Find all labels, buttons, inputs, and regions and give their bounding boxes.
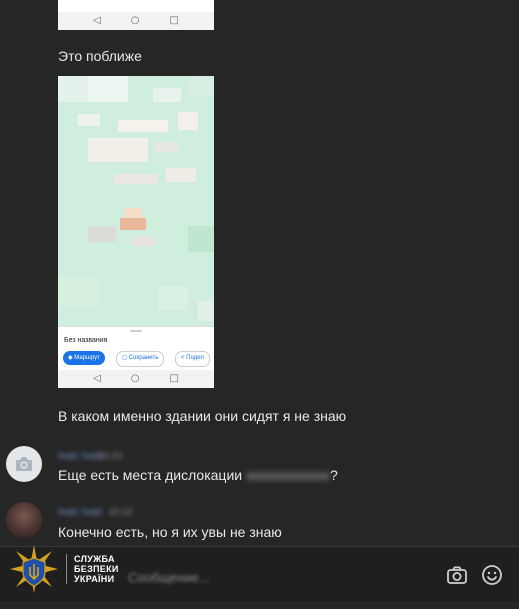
map-block: [132, 236, 156, 246]
map-block: [88, 76, 128, 102]
message-text-part: ?: [329, 467, 338, 483]
sbu-line-2: БЕЗПЕКИ: [74, 564, 119, 574]
sbu-line-3: УКРАЇНИ: [74, 574, 115, 584]
nav-recent-icon: □: [169, 373, 179, 384]
map-block: [166, 168, 196, 182]
sender-name[interactable]: Ivan Ivan: [58, 450, 103, 462]
smiley-icon[interactable]: [481, 564, 503, 586]
redacted-text: xxxxxxxxxxxx: [245, 467, 330, 483]
chat-history[interactable]: ◁ ○ □ Это поближе Без названия ◆ Маршрут…: [0, 0, 519, 546]
save-label: Сохранить: [128, 355, 159, 361]
phone-navbar: ◁ ○ □: [58, 370, 214, 388]
camera-icon[interactable]: [446, 564, 468, 586]
nav-home-icon: ○: [130, 373, 140, 384]
message-time: 10:22: [108, 507, 134, 518]
route-label: Маршрут: [74, 355, 100, 361]
place-bottom-sheet: Без названия ◆ Маршрут ◻ Сохранить < Под…: [58, 326, 214, 371]
map-block: [58, 276, 98, 306]
phone-navbar: ◁ ○ □: [58, 12, 214, 30]
avatar[interactable]: [6, 502, 42, 538]
nav-back-icon: ◁: [93, 15, 101, 26]
nav-home-icon: ○: [130, 15, 140, 26]
map-pixelated-area: [58, 76, 214, 326]
map-block: [118, 120, 168, 132]
sbu-emblem-icon: [10, 545, 58, 593]
sbu-logo: СЛУЖБА БЕЗПЕКИ УКРАЇНИ: [8, 543, 119, 595]
previous-screenshot-image[interactable]: ◁ ○ □: [58, 0, 214, 30]
message-input[interactable]: Сообщение...: [128, 547, 428, 601]
sender-name[interactable]: Ivan Ivan: [58, 506, 103, 518]
message-text: Еще есть места дислокации xxxxxxxxxxxx?: [58, 467, 338, 483]
share-label: Подел: [186, 355, 204, 361]
map-block: [188, 226, 214, 252]
map-block: [154, 142, 178, 152]
sbu-line-1: СЛУЖБА: [74, 554, 115, 564]
sbu-wordmark: СЛУЖБА БЕЗПЕКИ УКРАЇНИ: [66, 554, 119, 584]
route-button: ◆ Маршрут: [63, 351, 105, 365]
save-button: ◻ Сохранить: [116, 351, 165, 367]
place-name: Без названия: [64, 337, 108, 344]
message-text: Конечно есть, но я их увы не знаю: [58, 524, 282, 540]
map-block: [188, 76, 214, 96]
map-block: [58, 76, 88, 102]
message-text-part: Еще есть места дислокации: [58, 467, 246, 483]
map-block: [158, 286, 188, 310]
message-text: В каком именно здании они сидят я не зна…: [58, 408, 347, 424]
map-screenshot-image[interactable]: Без названия ◆ Маршрут ◻ Сохранить < Под…: [58, 76, 214, 388]
map-block: [120, 218, 146, 230]
map-block: [88, 226, 116, 242]
map-block: [114, 174, 158, 184]
sheet-handle: [130, 330, 142, 332]
share-button: < Подел: [175, 351, 210, 367]
map-block: [178, 112, 198, 130]
message-time: 10:21: [98, 451, 124, 462]
message-text: Это поближе: [58, 48, 142, 64]
map-block: [124, 208, 142, 218]
nav-recent-icon: □: [169, 15, 179, 26]
avatar[interactable]: [6, 446, 42, 482]
camera-icon: [16, 457, 32, 471]
map-block: [153, 88, 181, 102]
map-block: [88, 138, 148, 162]
nav-back-icon: ◁: [93, 373, 101, 384]
map-block: [78, 114, 100, 126]
map-block: [198, 301, 214, 321]
